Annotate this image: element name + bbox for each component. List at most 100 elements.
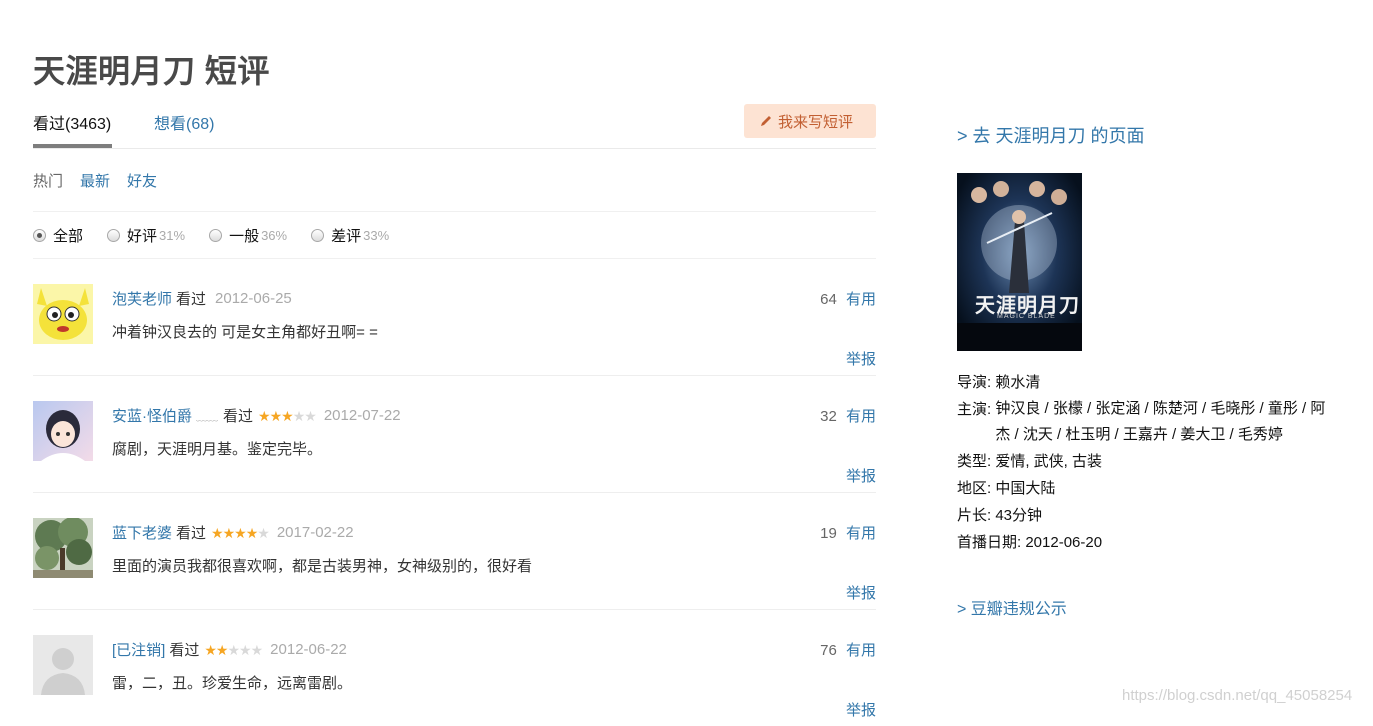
rating-filter: 全部 好评 31% 一般 36% 差评 33% [33,212,876,259]
comment-votes: 76 有用 [820,639,876,660]
premiere-value: 2012-06-20 [1025,534,1103,551]
sort-hot: 热门 [33,172,64,190]
sort-bar: 热门 最新 好友 [33,149,876,212]
report-link[interactable]: 举报 [846,699,876,720]
rating-stars: ★ ★ ★ ★ ★ [204,641,263,658]
comment-votes: 64 有用 [820,288,876,309]
star-empty-icon: ★ [227,641,240,658]
movie-info: 导演: 赖水清 主演: 钟汉良 / 张檬 / 张定涵 / 陈楚河 / 毛晓彤 /… [957,369,1337,556]
movie-poster[interactable]: 天涯明月刀 MAGIC BLADE [957,173,1082,351]
report-link[interactable]: 举报 [846,465,876,486]
avatar-anime-girl-icon [33,401,93,461]
comment-meta: 安蓝·怪伯爵 ﹏﹏ 看过 ★ ★ ★ ★ ★ 2012-07-22 [112,405,401,426]
comment-meta: [已注销] 看过 ★ ★ ★ ★ ★ 2012-06-22 [112,639,347,660]
vote-count: 64 [820,291,837,308]
comment-text: 冲着钟汉良去的 可是女主角都好丑啊= = [112,324,378,341]
cast-label: 主演: [957,401,992,418]
tab-wish[interactable]: 想看(68) [154,110,214,134]
comment-votes: 19 有用 [820,522,876,543]
filter-bad[interactable]: 差评 33% [311,225,389,246]
info-region: 地区: 中国大陆 [957,475,1337,502]
useful-button[interactable]: 有用 [846,642,876,659]
poster-art-icon [957,173,1082,351]
comment-status: 看过 [176,525,207,542]
filter-all[interactable]: 全部 [33,225,83,246]
page-title: 天涯明月刀 短评 [33,53,270,89]
star-empty-icon: ★ [239,641,252,658]
comment-date: 2012-06-25 [215,290,292,307]
info-length: 片长: 43分钟 [957,502,1337,529]
info-genre: 类型: 爱情, 武侠, 古装 [957,448,1337,475]
write-comment-button[interactable]: 我来写短评 [744,104,876,138]
comments-main: 看过(3463) 想看(68) 我来写短评 热门 最新 好友 全部 好评 31%… [33,104,876,726]
comment-user[interactable]: 安蓝·怪伯爵 [112,405,192,426]
sort-friends[interactable]: 好友 [127,170,157,191]
rating-stars: ★ ★ ★ ★ ★ [211,524,270,541]
radio-all[interactable] [33,228,46,242]
useful-button[interactable]: 有用 [846,408,876,425]
star-full-icon: ★ [211,524,224,541]
filter-good[interactable]: 好评 31% [107,225,185,246]
radio-bad[interactable] [311,228,325,242]
tab-watched[interactable]: 看过(3463) [33,110,113,148]
avatar[interactable] [33,518,93,578]
star-full-icon: ★ [234,524,247,541]
report-link[interactable]: 举报 [846,348,876,369]
pencil-icon [761,116,771,126]
rating-stars: ★ ★ ★ ★ ★ [258,407,317,424]
star-full-icon: ★ [215,641,229,658]
avatar-tree-photo-icon [33,518,93,578]
comment-user[interactable]: 蓝下老婆 [112,522,172,543]
radio-good[interactable] [107,228,121,242]
star-full-icon: ★ [281,407,294,424]
director-label: 导演: [957,374,992,391]
comment-meta: 泡芙老师 看过 2012-06-25 [112,288,292,309]
report-link[interactable]: 举报 [846,582,876,603]
user-decoration-icon: ﹏﹏ [196,410,218,423]
filter-all-label: 全部 [53,227,84,245]
filter-good-label: 好评 [127,227,158,245]
star-full-icon: ★ [204,641,217,658]
filter-normal[interactable]: 一般 36% [209,225,287,246]
useful-button[interactable]: 有用 [846,525,876,542]
filter-bad-pct: 33% [363,227,390,243]
vote-count: 76 [820,642,837,659]
star-empty-icon: ★ [257,524,270,541]
poster-subtitle: MAGIC BLADE [997,313,1056,320]
write-comment-label: 我来写短评 [778,113,854,131]
vote-count: 19 [820,525,837,542]
comment-user[interactable]: [已注销] [112,639,165,660]
genre-label: 类型: [957,453,992,470]
star-full-icon: ★ [258,407,271,424]
watermark: https://blog.csdn.net/qq_45058254 [1122,687,1353,704]
comment-item: 蓝下老婆 看过 ★ ★ ★ ★ ★ 2017-02-22 19 有用 里面的演员… [33,493,876,610]
director-value[interactable]: 赖水清 [995,369,1040,396]
star-empty-icon: ★ [292,407,306,424]
filter-bad-label: 差评 [331,227,362,245]
comment-date: 2017-02-22 [276,524,354,541]
comment-date: 2012-07-22 [323,407,401,424]
violation-notice-link[interactable]: > 豆瓣违规公示 [957,595,1337,619]
radio-normal[interactable] [209,228,223,242]
region-value: 中国大陆 [995,480,1056,497]
comment-item: [已注销] 看过 ★ ★ ★ ★ ★ 2012-06-22 76 有用 雷，二，… [33,610,876,726]
premiere-label: 首播日期: [957,534,1022,551]
comment-text: 里面的演员我都很喜欢啊，都是古装男神，女神级别的，很好看 [112,558,533,575]
filter-normal-pct: 36% [261,227,288,243]
useful-button[interactable]: 有用 [846,291,876,308]
info-premiere: 首播日期: 2012-06-20 [957,529,1337,556]
tab-bar: 看过(3463) 想看(68) 我来写短评 [33,104,876,149]
comment-votes: 32 有用 [820,405,876,426]
avatar[interactable] [33,401,93,461]
star-empty-icon: ★ [304,407,317,424]
avatar[interactable] [33,284,93,344]
goto-movie-link[interactable]: > 去 天涯明月刀 的页面 [957,122,1337,148]
sort-newest[interactable]: 最新 [80,170,110,191]
star-full-icon: ★ [222,524,236,541]
comment-user[interactable]: 泡芙老师 [112,288,172,309]
avatar[interactable] [33,635,93,695]
vote-count: 32 [820,408,837,425]
movie-sidebar: > 去 天涯明月刀 的页面 天涯明月刀 MAGIC BLADE 导演: 赖水清 … [957,122,1337,619]
cast-value[interactable]: 钟汉良 / 张檬 / 张定涵 / 陈楚河 / 毛晓彤 / 童彤 / 阿杰 / 沈… [995,396,1327,448]
info-director: 导演: 赖水清 [957,369,1337,396]
